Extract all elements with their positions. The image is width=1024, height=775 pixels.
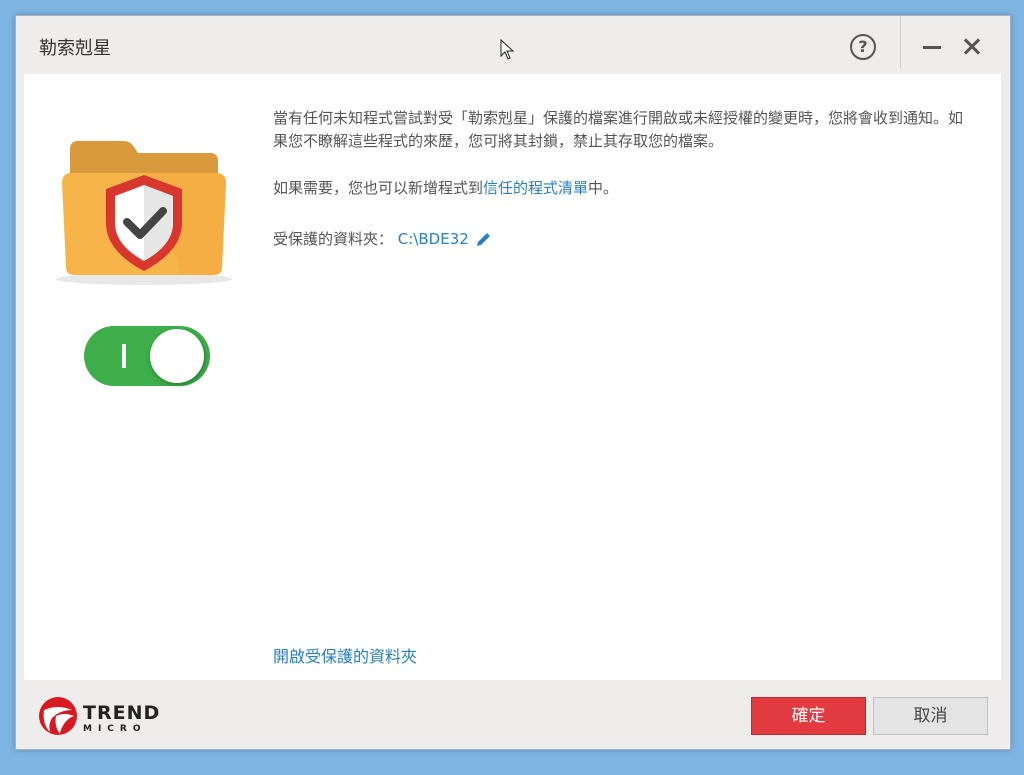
minimize-button[interactable]: [921, 36, 943, 58]
logo-text-micro: MICRO: [83, 724, 147, 734]
question-circle-icon: ?: [858, 37, 868, 56]
toggle-on-mark-icon: [122, 344, 126, 368]
trend-micro-logo: TREND MICRO: [38, 696, 178, 736]
help-button[interactable]: ?: [850, 34, 876, 60]
feature-description: 當有任何未知程式嘗試對受「勒索剋星」保護的檔案進行開啟或未經授權的變更時，您將會…: [273, 109, 964, 150]
logo-text-trend: TREND: [83, 702, 161, 724]
window-title: 勒索剋星: [39, 38, 111, 59]
trusted-note-suffix: 中。: [588, 179, 619, 197]
dialog-window: 勒索剋星 ? 當有任何未知程式嘗試對受「勒索剋星」保護的檔案進行開啟或未經授權的…: [15, 15, 1011, 750]
open-protected-folder-link[interactable]: 開啟受保護的資料夾: [273, 643, 417, 667]
cancel-button[interactable]: 取消: [873, 697, 988, 735]
protected-folder-path-link[interactable]: C:\BDE32: [398, 230, 469, 248]
protected-folder-label: 受保護的資料夾：: [273, 230, 394, 248]
mouse-cursor-icon: [500, 39, 515, 60]
trend-micro-ball-icon: [39, 697, 77, 735]
dialog-footer: TREND MICRO 確定 取消: [16, 680, 1010, 749]
trusted-note-prefix: 如果需要，您也可以新增程式到: [273, 179, 484, 197]
trusted-programs-note: 如果需要，您也可以新增程式到信任的程式清單中。: [273, 177, 973, 200]
content-panel: 當有任何未知程式嘗試對受「勒索剋星」保護的檔案進行開啟或未經授權的變更時，您將會…: [24, 74, 1001, 680]
close-button[interactable]: [961, 36, 983, 58]
protection-toggle[interactable]: [84, 326, 210, 386]
trusted-programs-link[interactable]: 信任的程式清單: [483, 179, 588, 197]
protected-folder-shield-icon: [56, 141, 232, 285]
ok-button[interactable]: 確定: [751, 697, 866, 735]
pencil-edit-icon[interactable]: [475, 232, 491, 248]
minimize-icon: [923, 46, 941, 49]
protected-folder-row: 受保護的資料夾： C:\BDE32: [273, 228, 973, 251]
titlebar-divider: [900, 16, 901, 68]
toggle-knob: [150, 329, 204, 383]
